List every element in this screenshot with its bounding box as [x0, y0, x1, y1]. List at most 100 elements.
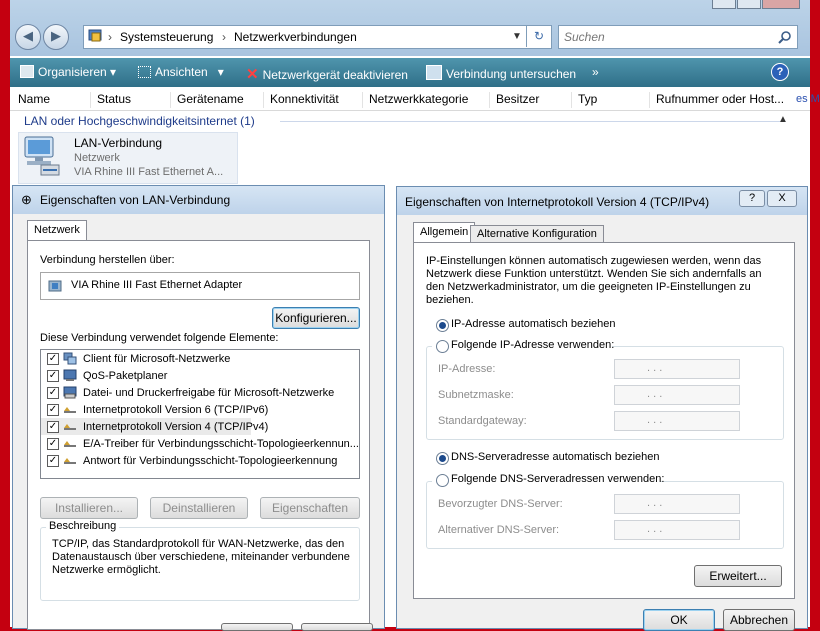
column-network-category[interactable]: Netzwerkkategorie: [362, 92, 484, 108]
column-status[interactable]: Status: [90, 92, 165, 108]
ip-auto-label[interactable]: IP-Adresse automatisch beziehen: [451, 318, 615, 330]
views-menu[interactable]: Ansichten ▾: [138, 65, 224, 79]
install-button[interactable]: Installieren...: [40, 497, 138, 519]
checkbox[interactable]: ✓: [47, 455, 59, 467]
dns-manual-radio[interactable]: [436, 474, 449, 487]
dns-manual-label[interactable]: Folgende DNS-Serveradressen verwenden:: [451, 473, 664, 485]
ipv4-properties-dialog: Eigenschaften von Internetprotokoll Vers…: [396, 186, 808, 631]
search-icon[interactable]: [778, 30, 792, 44]
close-button[interactable]: X: [767, 190, 797, 207]
help-icon[interactable]: ?: [771, 63, 789, 81]
file-printer-sharing-icon: [63, 386, 77, 399]
properties-button[interactable]: Eigenschaften: [260, 497, 360, 519]
components-list: ✓ Client für Microsoft-Netzwerke ✓ QoS-P…: [40, 349, 360, 479]
back-icon[interactable]: ◀: [15, 24, 41, 50]
lan-dialog-icon: ⊕: [21, 192, 32, 207]
ip-manual-radio[interactable]: [436, 340, 449, 353]
list-item[interactable]: ✓ Internetprotokoll Version 6 (TCP/IPv6): [41, 401, 359, 418]
protocol-icon: [64, 407, 76, 413]
column-phone-or-host[interactable]: Rufnummer oder Host...: [649, 92, 796, 108]
organize-menu[interactable]: Organisieren ▾: [20, 65, 116, 79]
tab-netzwerk[interactable]: Netzwerk: [27, 220, 87, 240]
ip-auto-radio[interactable]: [436, 319, 449, 332]
edge-text: es M: [796, 93, 820, 105]
gateway-label: Standardgateway:: [438, 415, 527, 427]
search-input[interactable]: Suchen: [558, 25, 798, 49]
list-item-label: E/A-Treiber für Verbindungsschicht-Topol…: [83, 438, 359, 450]
views-icon: [138, 66, 151, 78]
close-button[interactable]: [762, 0, 800, 9]
column-device-name[interactable]: Gerätename: [170, 92, 257, 108]
refresh-icon[interactable]: ↻: [526, 25, 551, 47]
allgemein-panel: IP-Einstellungen können automatisch zuge…: [413, 242, 795, 599]
ip-manual-label[interactable]: Folgende IP-Adresse verwenden:: [451, 339, 614, 351]
checkbox[interactable]: ✓: [47, 421, 59, 433]
adapter-icon: [48, 280, 62, 292]
list-item-label: Internetprotokoll Version 6 (TCP/IPv6): [83, 404, 269, 416]
forward-icon[interactable]: ▶: [43, 24, 69, 50]
cancel-button-partial[interactable]: [301, 623, 373, 631]
ip-address-field[interactable]: . . .: [614, 359, 740, 379]
list-item[interactable]: ✓ Antwort für Verbindungsschicht-Topolog…: [41, 452, 359, 469]
explorer-titlebar: ◀ ▶ › Systemsteuerung › Netzwerkverbindu…: [10, 0, 810, 56]
tab-allgemein[interactable]: Allgemein: [413, 222, 476, 242]
breadcrumb-item-systemsteuerung[interactable]: Systemsteuerung: [120, 30, 213, 44]
lan-dialog-titlebar: ⊕ Eigenschaften von LAN-Verbindung: [13, 186, 384, 214]
advanced-button[interactable]: Erweitert...: [694, 565, 782, 587]
breadcrumb-item-netzwerkverbindungen[interactable]: Netzwerkverbindungen: [234, 30, 357, 44]
checkbox[interactable]: ✓: [47, 404, 59, 416]
list-item[interactable]: ✓ QoS-Paketplaner: [41, 367, 359, 384]
ok-button[interactable]: OK: [643, 609, 715, 631]
gateway-field[interactable]: . . .: [614, 411, 740, 431]
diagnose-button[interactable]: Verbindung untersuchen: [426, 65, 576, 81]
column-owner[interactable]: Besitzer: [489, 92, 566, 108]
list-item[interactable]: ✓ Client für Microsoft-Netzwerke: [41, 350, 359, 367]
tab-alternative-konfiguration[interactable]: Alternative Konfiguration: [470, 225, 604, 242]
intro-text: IP-Einstellungen können automatisch zuge…: [426, 255, 762, 306]
maximize-button[interactable]: [737, 0, 761, 9]
subnet-field[interactable]: . . .: [614, 385, 740, 405]
chevron-down-icon[interactable]: ▼: [512, 31, 522, 42]
breadcrumb-separator-icon: ›: [108, 30, 112, 44]
collapse-chevron-icon[interactable]: ▲: [778, 114, 788, 125]
ok-button-partial[interactable]: [221, 623, 293, 631]
checkbox[interactable]: ✓: [47, 353, 59, 365]
minimize-button[interactable]: [712, 0, 736, 9]
checkbox[interactable]: ✓: [47, 370, 59, 382]
uninstall-button[interactable]: Deinstallieren: [150, 497, 248, 519]
breadcrumb-separator-icon: ›: [222, 30, 226, 44]
alternate-dns-field[interactable]: . . .: [614, 520, 740, 540]
preferred-dns-field[interactable]: . . .: [614, 494, 740, 514]
items-label: Diese Verbindung verwendet folgende Elem…: [40, 332, 279, 344]
help-button[interactable]: ?: [739, 190, 765, 207]
dns-auto-label[interactable]: DNS-Serveradresse automatisch beziehen: [451, 451, 660, 463]
checkbox[interactable]: ✓: [47, 387, 59, 399]
connect-using-label: Verbindung herstellen über:: [40, 254, 175, 266]
ipv4-dialog-title: Eigenschaften von Internetprotokoll Vers…: [405, 195, 710, 209]
address-bar[interactable]: › Systemsteuerung › Netzwerkverbindungen…: [83, 25, 552, 49]
list-item[interactable]: ✓ E/A-Treiber für Verbindungsschicht-Top…: [41, 435, 359, 452]
description-text: TCP/IP, das Standardprotokoll für WAN-Ne…: [52, 538, 350, 576]
column-type[interactable]: Typ: [571, 92, 648, 108]
adapter-box: VIA Rhine III Fast Ethernet Adapter: [40, 272, 360, 300]
list-item-selected[interactable]: ✓ Internetprotokoll Version 4 (TCP/IPv4): [41, 418, 268, 435]
column-connectivity[interactable]: Konnektivität: [263, 92, 358, 108]
ip-address-label: IP-Adresse:: [438, 363, 496, 375]
group-header[interactable]: LAN oder Hochgeschwindigkeitsinternet (1…: [24, 114, 255, 128]
alternate-dns-label: Alternativer DNS-Server:: [438, 524, 560, 536]
column-name[interactable]: Name: [12, 92, 88, 108]
list-item[interactable]: ✓ Datei- und Druckerfreigabe für Microso…: [41, 384, 359, 401]
control-panel-icon: [88, 28, 104, 47]
description-label: Beschreibung: [46, 520, 120, 532]
subnet-label: Subnetzmaske:: [438, 389, 514, 401]
cancel-button[interactable]: Abbrechen: [723, 609, 795, 631]
list-item-label: QoS-Paketplaner: [83, 370, 168, 382]
lan-connection-item[interactable]: LAN-Verbindung Netzwerk VIA Rhine III Fa…: [18, 132, 238, 184]
checkbox[interactable]: ✓: [47, 438, 59, 450]
ipv4-dialog-titlebar: Eigenschaften von Internetprotokoll Vers…: [397, 187, 807, 215]
more-commands-button[interactable]: »: [592, 65, 599, 79]
dns-auto-radio[interactable]: [436, 452, 449, 465]
disable-device-button[interactable]: ✕ Netzwerkgerät deaktivieren: [246, 65, 408, 83]
configure-button[interactable]: Konfigurieren...: [272, 307, 360, 329]
list-item-label: Client für Microsoft-Netzwerke: [83, 353, 231, 365]
